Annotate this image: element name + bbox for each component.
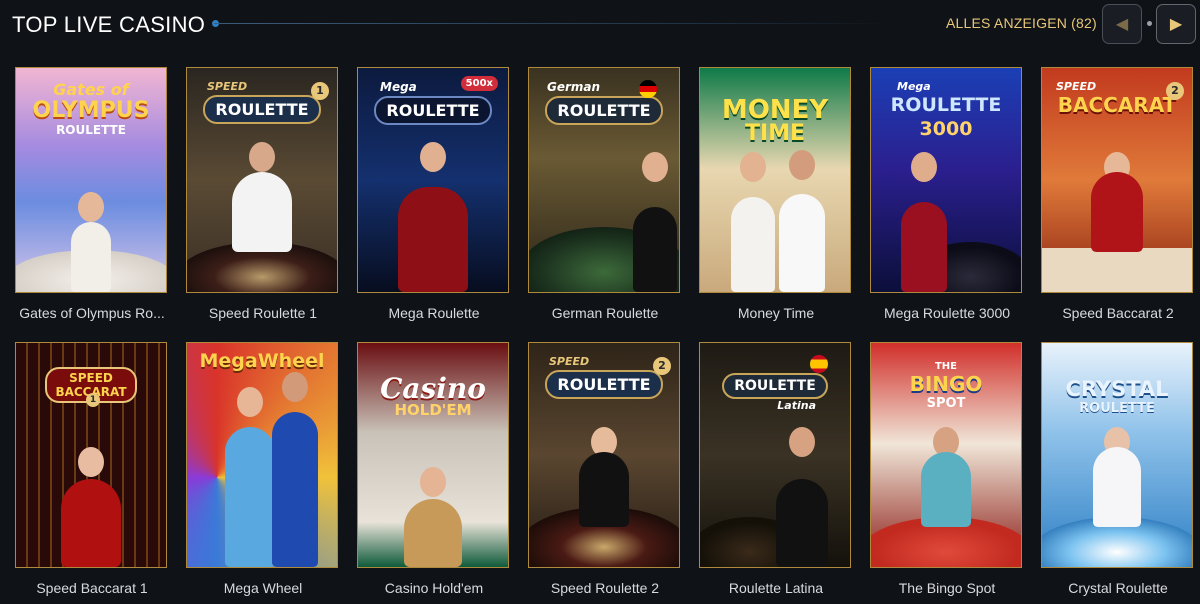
game-thumbnail[interactable]: ROULETTE Latina [699, 342, 851, 568]
game-title[interactable]: Mega Wheel [176, 580, 350, 596]
game-logo: Gates of OLYMPUS ROULETTE [32, 80, 150, 137]
game-card-speed-baccarat-2[interactable]: SPEED BACCARAT 2 Speed Baccarat 2 [1041, 67, 1195, 321]
game-logo: Casino HOLD'EM [380, 372, 486, 420]
game-title[interactable]: Speed Roulette 2 [518, 580, 692, 596]
game-title[interactable]: Gates of Olympus Ro... [5, 305, 179, 321]
game-thumbnail[interactable]: SPEED ROULETTE 2 [528, 342, 680, 568]
game-title[interactable]: German Roulette [518, 305, 692, 321]
game-card-speed-roulette-1[interactable]: SPEED ROULETTE 1 Speed Roulette 1 [186, 67, 340, 321]
game-card-the-bingo-spot[interactable]: THE BINGO SPOT The Bingo Spot [870, 342, 1024, 596]
game-number-badge: 1 [86, 393, 100, 407]
game-title[interactable]: Speed Roulette 1 [176, 305, 350, 321]
game-title[interactable]: Roulette Latina [689, 580, 863, 596]
game-thumbnail[interactable]: MegaWheel [186, 342, 338, 568]
game-logo: MegaWheel [199, 350, 325, 372]
game-grid: Gates of OLYMPUS ROULETTE Gates of Olymp… [0, 0, 1200, 604]
game-title[interactable]: The Bingo Spot [860, 580, 1034, 596]
germany-flag-icon [639, 80, 657, 98]
game-card-speed-roulette-2[interactable]: SPEED ROULETTE 2 Speed Roulette 2 [528, 342, 682, 596]
game-thumbnail[interactable]: Gates of OLYMPUS ROULETTE [15, 67, 167, 293]
game-title[interactable]: Speed Baccarat 1 [5, 580, 179, 596]
game-thumbnail[interactable]: MONEY TIME [699, 67, 851, 293]
game-title[interactable]: Crystal Roulette [1031, 580, 1200, 596]
game-card-mega-roulette[interactable]: Mega ROULETTE 500x Mega Roulette [357, 67, 511, 321]
game-title[interactable]: Casino Hold'em [347, 580, 521, 596]
game-logo: SPEED ROULETTE [195, 80, 329, 124]
spain-flag-icon [810, 355, 828, 373]
game-logo: MONEY TIME [721, 95, 829, 146]
game-card-gates-of-olympus-roulette[interactable]: Gates of OLYMPUS ROULETTE Gates of Olymp… [15, 67, 169, 321]
game-number-badge: 2 [1166, 82, 1184, 100]
game-logo: Mega ROULETTE 3000 [890, 80, 1002, 140]
logo-line-top: SPEED [69, 371, 113, 385]
game-card-mega-wheel[interactable]: MegaWheel Mega Wheel [186, 342, 340, 596]
game-thumbnail[interactable]: German ROULETTE [528, 67, 680, 293]
game-card-casino-holdem[interactable]: Casino HOLD'EM Casino Hold'em [357, 342, 511, 596]
game-thumbnail[interactable]: SPEED ROULETTE 1 [186, 67, 338, 293]
game-card-mega-roulette-3000[interactable]: Mega ROULETTE 3000 Mega Roulette 3000 [870, 67, 1024, 321]
game-card-money-time[interactable]: MONEY TIME Money Time [699, 67, 853, 321]
game-logo: SPEED BACCARAT [1056, 80, 1177, 117]
game-logo: Mega ROULETTE 500x [366, 76, 500, 125]
game-logo: CRYSTAL ROULETTE [1065, 377, 1169, 416]
game-card-crystal-roulette[interactable]: CRYSTAL ROULETTE Crystal Roulette [1041, 342, 1195, 596]
game-title[interactable]: Mega Roulette [347, 305, 521, 321]
game-number-badge: 2 [653, 357, 671, 375]
game-title[interactable]: Speed Baccarat 2 [1031, 305, 1200, 321]
game-card-german-roulette[interactable]: German ROULETTE German Roulette [528, 67, 682, 321]
game-logo: SPEED ROULETTE [537, 355, 671, 399]
game-thumbnail[interactable]: CRYSTAL ROULETTE [1041, 342, 1193, 568]
game-card-speed-baccarat-1[interactable]: SPEED BACCARAT 1 Speed Baccarat 1 [15, 342, 169, 596]
game-thumbnail[interactable]: SPEED BACCARAT 2 [1041, 67, 1193, 293]
game-thumbnail[interactable]: SPEED BACCARAT 1 [15, 342, 167, 568]
game-thumbnail[interactable]: Mega ROULETTE 500x [357, 67, 509, 293]
game-title[interactable]: Money Time [689, 305, 863, 321]
game-logo: THE BINGO SPOT [909, 361, 983, 411]
game-number-badge: 1 [311, 82, 329, 100]
game-thumbnail[interactable]: Casino HOLD'EM [357, 342, 509, 568]
game-title[interactable]: Mega Roulette 3000 [860, 305, 1034, 321]
game-card-roulette-latina[interactable]: ROULETTE Latina Roulette Latina [699, 342, 853, 596]
game-thumbnail[interactable]: THE BINGO SPOT [870, 342, 1022, 568]
game-thumbnail[interactable]: Mega ROULETTE 3000 [870, 67, 1022, 293]
